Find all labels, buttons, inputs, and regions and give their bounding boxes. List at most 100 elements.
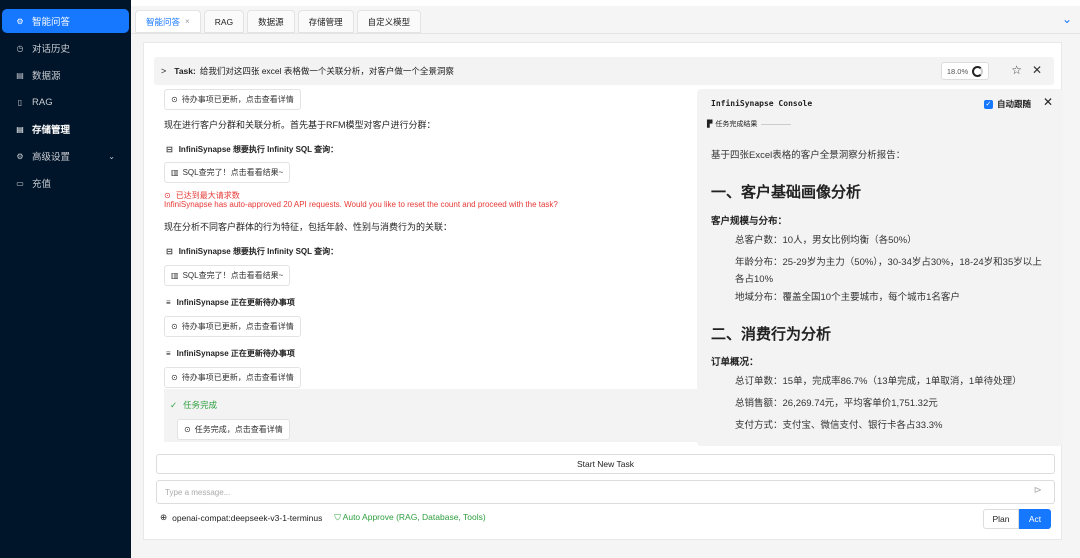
- tab-storage[interactable]: 存储管理: [297, 10, 354, 33]
- task-complete-details-button[interactable]: ⊙ 任务完成，点击查看详情: [177, 419, 290, 440]
- assistant-message: 现在分析不同客户群体的行为特征，包括年龄、性别与消费行为的关联：: [164, 222, 453, 232]
- assistant-message: 现在进行客户分群和关联分析。首先基于RFM模型对客户进行分群：: [164, 120, 436, 130]
- check-icon: ✓: [170, 399, 178, 410]
- start-new-task-button[interactable]: Start New Task: [156, 454, 1055, 474]
- sql-result-button[interactable]: ▥ SQL查完了！点击看看结果~: [164, 265, 291, 286]
- sidebar-item-recharge[interactable]: ▭ 充值: [2, 171, 129, 195]
- todo-updating-text: InfiniSynapse 正在更新待办事项: [176, 298, 295, 307]
- model-selector[interactable]: openai-compat:deepseek-v3-1-terminus: [172, 513, 322, 523]
- sql-request-line: ⊟ InfiniSynapse 想要执行 Infinity SQL 查询：: [166, 246, 338, 257]
- sidebar-item-label: 智能问答: [32, 17, 71, 28]
- task-header: > Task: 给我们对这四张 excel 表格做一个关联分析，对客户做一个全景…: [154, 57, 1054, 85]
- tab-rag[interactable]: RAG: [203, 10, 245, 33]
- close-icon[interactable]: ✕: [1043, 95, 1053, 109]
- close-icon[interactable]: ✕: [1032, 63, 1042, 77]
- warning-icon: ⊙: [164, 191, 171, 200]
- star-icon[interactable]: ☆: [1011, 63, 1022, 77]
- tab-label: 存储管理: [308, 16, 343, 27]
- todo-updating-line: ≡ InfiniSynapse 正在更新待办事项: [166, 297, 295, 308]
- chevron-down-icon: ⌄: [108, 151, 115, 161]
- tab-label: RAG: [214, 16, 234, 27]
- sql-result-button[interactable]: ▥ SQL查完了！点击看看结果~: [164, 162, 291, 183]
- tab-label: 自定义模型: [367, 16, 411, 27]
- todo-updated-button[interactable]: ⊙ 待办事项已更新，点击查看详情: [164, 316, 301, 337]
- auto-follow-checkbox[interactable]: ✓ 自动跟随: [983, 98, 1031, 110]
- report-paragraph: 地域分布：覆盖全国10个主要城市，每个城市1名客户: [735, 292, 960, 303]
- table-icon: ▥: [171, 168, 179, 177]
- message-input[interactable]: Type a message... ⊳: [156, 480, 1055, 504]
- report-heading: 二、消费行为分析: [711, 326, 832, 343]
- task-text: 给我们对这四张 excel 表格做一个关联分析，对客户做一个全景洞察: [199, 66, 454, 76]
- sidebar-item-label: 充值: [32, 179, 52, 190]
- footer-bar: ⊕ openai-compat:deepseek-v3-1-terminus ⛉…: [160, 512, 486, 523]
- sidebar-item-label: 存储管理: [32, 125, 71, 136]
- sidebar-item-rag[interactable]: ▯ RAG: [2, 90, 129, 114]
- chat-icon: ⚙: [16, 16, 24, 26]
- progress-value: 18.0%: [946, 66, 969, 76]
- task-complete-line: ✓ 任务完成: [170, 399, 217, 411]
- tab-chat[interactable]: 智能问答 ×: [135, 10, 201, 33]
- pill-label: 待办事项已更新，点击查看详情: [181, 322, 294, 331]
- chevron-right-icon[interactable]: >: [161, 66, 166, 76]
- todo-updated-button[interactable]: ⊙ 待办事项已更新，点击查看详情: [164, 89, 301, 110]
- act-button[interactable]: Act: [1019, 509, 1051, 529]
- todo-updating-line: ≡ InfiniSynapse 正在更新待办事项: [166, 348, 295, 359]
- todo-updating-text: InfiniSynapse 正在更新待办事项: [176, 349, 295, 358]
- list-icon: ≡: [166, 349, 171, 358]
- check-circle-icon: ⊙: [171, 322, 178, 331]
- limit-message: InfiniSynapse has auto-approved 20 API r…: [164, 200, 558, 209]
- message-placeholder: Type a message...: [165, 487, 231, 497]
- check-circle-icon: ⊙: [171, 373, 178, 382]
- sidebar-item-label: 对话历史: [32, 44, 71, 55]
- report-paragraph: 总销售额：26,269.74元，平均客单价1,751.32元: [735, 398, 938, 409]
- report-paragraph: 年龄分布：25-29岁为主力（50%），30-34岁占30%，18-24岁和35…: [735, 257, 1042, 285]
- task-complete-block: ✓ 任务完成 ⊙ 任务完成，点击查看详情: [164, 389, 702, 442]
- database-icon: ⊟: [166, 145, 173, 154]
- document-icon: ▯: [17, 97, 23, 107]
- check-circle-icon: ⊙: [171, 95, 178, 104]
- report-paragraph: 总订单数：15单，完成率86.7%（13单完成，1单取消，1单待处理）: [735, 376, 1022, 387]
- tab-label: 数据源: [258, 16, 284, 27]
- table-icon: ▥: [171, 271, 179, 280]
- tab-label: 智能问答: [146, 16, 181, 27]
- model-icon: ⊕: [160, 512, 168, 522]
- sql-request-text: InfiniSynapse 想要执行 Infinity SQL 查询：: [178, 247, 339, 256]
- report-paragraph: 总客户数：10人，男女比例均衡（各50%）: [735, 235, 917, 246]
- pill-label: 待办事项已更新，点击查看详情: [181, 95, 294, 104]
- report-subheading: 客户规模与分布：: [711, 216, 788, 227]
- tab-custom-model[interactable]: 自定义模型: [356, 10, 422, 33]
- database-icon: ▤: [16, 70, 24, 80]
- pill-label: 待办事项已更新，点击查看详情: [181, 373, 294, 382]
- sidebar-item-chat[interactable]: ⚙ 智能问答: [2, 9, 129, 33]
- progress-badge: 18.0%: [941, 62, 989, 80]
- main-area: 智能问答 × RAG 数据源 存储管理 自定义模型 ⌄ > Task: 给我们对…: [131, 0, 1080, 558]
- chevron-down-icon[interactable]: ⌄: [1062, 12, 1072, 26]
- gear-icon: ⚙: [16, 151, 24, 161]
- check-circle-icon: ⊙: [184, 425, 191, 434]
- send-icon[interactable]: ⊳: [1034, 485, 1042, 496]
- sidebar: ⚙ 智能问答 ◷ 对话历史 ▤ 数据源 ▯ RAG ▤ 存储管理 ⚙ 高级设置 …: [0, 0, 131, 558]
- close-icon[interactable]: ×: [185, 17, 190, 26]
- auto-follow-label: 自动跟随: [996, 99, 1031, 109]
- auto-approve-label: Auto Approve (RAG, Database, Tools): [342, 512, 486, 522]
- sidebar-item-history[interactable]: ◷ 对话历史: [2, 36, 129, 60]
- auto-approve-toggle[interactable]: ⛉ Auto Approve (RAG, Database, Tools): [334, 512, 485, 523]
- sidebar-item-datasource[interactable]: ▤ 数据源: [2, 63, 129, 87]
- checkbox-checked-icon: ✓: [983, 99, 993, 109]
- sidebar-item-label: RAG: [32, 96, 53, 108]
- list-icon: ≡: [166, 298, 171, 307]
- report-intro: 基于四张Excel表格的客户全景洞察分析报告：: [711, 150, 906, 161]
- todo-updated-button[interactable]: ⊙ 待办事项已更新，点击查看详情: [164, 367, 301, 388]
- wallet-icon: ▭: [16, 178, 24, 188]
- chat-panel: > Task: 给我们对这四张 excel 表格做一个关联分析，对客户做一个全景…: [143, 42, 1063, 540]
- sidebar-item-advanced[interactable]: ⚙ 高级设置 ⌄: [2, 144, 129, 168]
- plan-button[interactable]: Plan: [983, 509, 1019, 529]
- console-panel: InfiniSynapse Console ✓ 自动跟随 ✕ ▛ 任务完成结果 …: [697, 89, 1063, 446]
- report-heading: 一、客户基础画像分析: [711, 184, 862, 201]
- tab-bar: 智能问答 × RAG 数据源 存储管理 自定义模型: [135, 10, 1075, 34]
- history-icon: ◷: [16, 43, 24, 53]
- sidebar-item-storage[interactable]: ▤ 存储管理: [2, 117, 129, 141]
- tab-datasource[interactable]: 数据源: [247, 10, 295, 33]
- task-complete-text: 任务完成: [183, 400, 218, 410]
- database-icon: ⊟: [166, 247, 173, 256]
